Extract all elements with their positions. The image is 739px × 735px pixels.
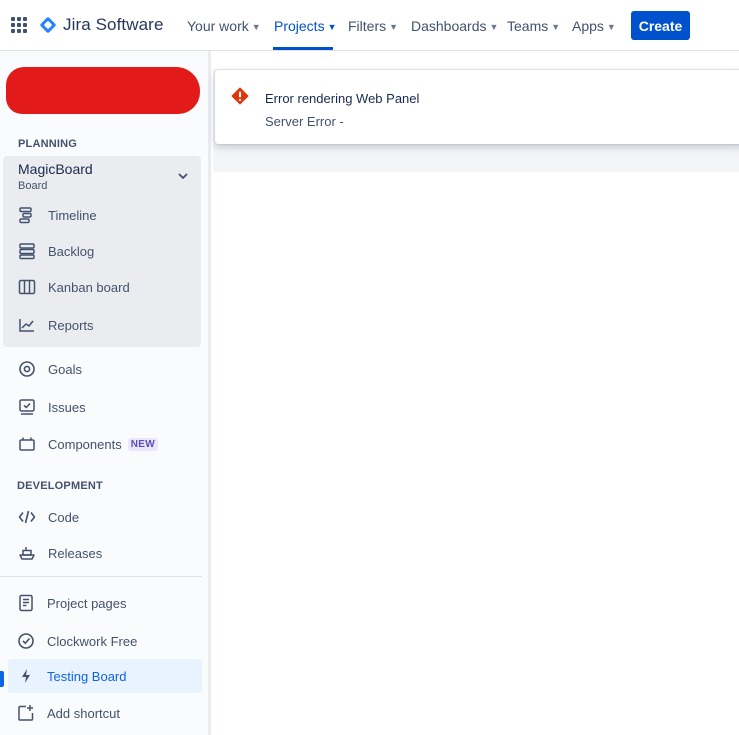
sidebar-item-reports[interactable]: Reports xyxy=(17,308,197,342)
issues-icon xyxy=(17,397,37,417)
components-icon xyxy=(17,434,37,454)
nav-apps-label: Apps xyxy=(572,18,604,34)
jira-diamond-icon xyxy=(39,16,57,34)
nav-dashboards-label: Dashboards xyxy=(411,18,487,34)
sidebar-item-releases[interactable]: Releases xyxy=(17,536,202,570)
product-name: Jira Software xyxy=(63,15,164,34)
chevron-down-icon: ▼ xyxy=(489,22,499,32)
active-nav-indicator xyxy=(273,47,333,50)
sidebar-item-components[interactable]: Components NEW xyxy=(17,427,202,461)
sidebar-item-label: Code xyxy=(48,509,80,525)
sidebar-item-label: Releases xyxy=(48,545,103,561)
backlog-icon xyxy=(17,241,37,261)
releases-icon xyxy=(17,543,37,563)
sidebar-item-label: Reports xyxy=(48,317,94,333)
sidebar-item-label: Add shortcut xyxy=(47,705,120,721)
sidebar-item-label: Timeline xyxy=(48,207,97,223)
clock-icon xyxy=(16,631,36,651)
chevron-down-icon[interactable] xyxy=(177,170,189,182)
error-message: Server Error - xyxy=(265,114,344,129)
selected-item-indicator xyxy=(0,671,4,687)
app-switcher-icon[interactable] xyxy=(11,17,27,33)
sidebar-item-add-shortcut[interactable]: Add shortcut xyxy=(16,696,202,730)
new-badge: NEW xyxy=(127,437,158,451)
nav-filters[interactable]: Filters ▼ xyxy=(348,17,398,35)
nav-your-work-label: Your work xyxy=(187,18,249,34)
sidebar-item-code[interactable]: Code xyxy=(17,500,202,534)
create-button[interactable]: Create xyxy=(631,11,690,40)
board-group: MagicBoard Board Timeline Backlog Kanban… xyxy=(3,156,201,347)
sidebar-divider xyxy=(0,576,202,577)
project-pages-icon xyxy=(16,593,36,613)
chevron-down-icon: ▼ xyxy=(327,22,337,32)
nav-projects[interactable]: Projects ▼ xyxy=(274,17,337,35)
planning-heading: PLANNING xyxy=(18,138,78,150)
chevron-down-icon: ▼ xyxy=(389,22,399,32)
chevron-down-icon: ▼ xyxy=(551,22,561,32)
nav-teams-label: Teams xyxy=(507,18,549,34)
nav-projects-label: Projects xyxy=(274,18,325,34)
sidebar-resize-handle[interactable] xyxy=(208,51,211,735)
jira-logo[interactable]: Jira Software xyxy=(39,14,164,36)
reports-icon xyxy=(17,315,37,335)
nav-filters-label: Filters xyxy=(348,18,387,34)
sidebar-item-label: Backlog xyxy=(48,243,95,259)
sidebar-item-label: Components xyxy=(48,436,122,452)
board-name[interactable]: MagicBoard xyxy=(18,161,93,177)
sidebar-item-timeline[interactable]: Timeline xyxy=(17,198,197,232)
project-sidebar: PLANNING MagicBoard Board Timeline Backl… xyxy=(0,51,210,735)
sidebar-item-clockwork-free[interactable]: Clockwork Free xyxy=(16,624,202,658)
goals-icon xyxy=(17,359,37,379)
top-navigation: Jira Software Your work ▼ Projects ▼ Filte… xyxy=(0,0,739,51)
sidebar-item-label: Goals xyxy=(48,361,82,377)
add-shortcut-icon xyxy=(16,703,36,723)
board-type: Board xyxy=(18,180,48,192)
sidebar-item-label: Kanban board xyxy=(48,279,130,295)
sidebar-item-label: Testing Board xyxy=(47,668,127,684)
sidebar-item-testing-board[interactable]: Testing Board xyxy=(8,659,202,693)
sidebar-item-label: Project pages xyxy=(47,595,127,611)
sidebar-item-label: Issues xyxy=(48,399,86,415)
error-panel: Error rendering Web Panel Server Error - xyxy=(215,70,739,144)
redacted-project-name xyxy=(6,67,200,114)
kanban-board-icon xyxy=(17,277,37,297)
lightning-icon xyxy=(16,666,36,686)
chevron-down-icon: ▼ xyxy=(606,22,616,32)
sidebar-item-kanban-board[interactable]: Kanban board xyxy=(17,270,197,304)
nav-dashboards[interactable]: Dashboards ▼ xyxy=(411,17,498,35)
error-icon xyxy=(231,87,249,105)
sidebar-item-goals[interactable]: Goals xyxy=(17,352,202,386)
development-heading: DEVELOPMENT xyxy=(17,480,103,492)
chevron-down-icon: ▼ xyxy=(251,22,261,32)
code-icon xyxy=(17,507,37,527)
sidebar-item-label: Clockwork Free xyxy=(47,633,138,649)
timeline-icon xyxy=(17,205,37,225)
sidebar-item-project-pages[interactable]: Project pages xyxy=(16,586,202,620)
nav-apps[interactable]: Apps ▼ xyxy=(572,17,616,35)
sidebar-item-issues[interactable]: Issues xyxy=(17,390,202,424)
error-title: Error rendering Web Panel xyxy=(265,91,420,106)
sidebar-item-backlog[interactable]: Backlog xyxy=(17,234,197,268)
nav-teams[interactable]: Teams ▼ xyxy=(507,17,560,35)
nav-your-work[interactable]: Your work ▼ xyxy=(187,17,261,35)
